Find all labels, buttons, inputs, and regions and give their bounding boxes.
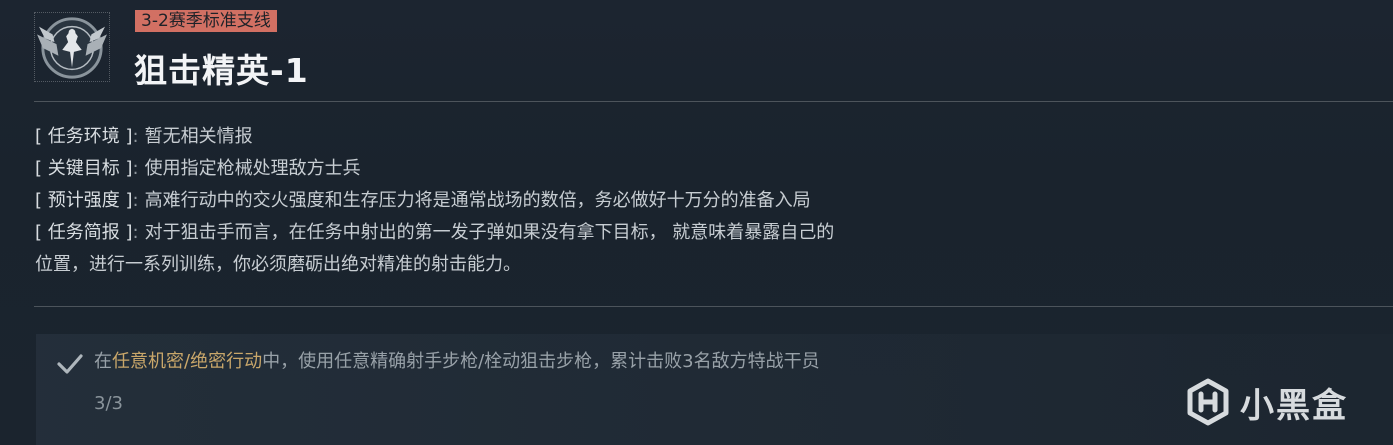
info-value: 高难行动中的交火强度和生存压力将是通常战场的数倍，务必做好十万分的准备入局: [144, 190, 811, 211]
objective-prefix: 在: [94, 351, 112, 372]
objective-progress: 3/3: [94, 393, 123, 414]
info-sep: :: [132, 126, 139, 147]
objective-text: 在任意机密/绝密行动中，使用任意精确射手步枪/栓动狙击步枪，累计击败3名敌方特战…: [94, 348, 820, 376]
info-sep: :: [132, 222, 139, 243]
mission-info: [ 任务环境 ]: 暂无相关情报 [ 关键目标 ]: 使用指定枪械处理敌方士兵 [ …: [35, 121, 1015, 281]
info-value: 使用指定枪械处理敌方士兵: [144, 158, 361, 179]
info-key: [ 任务环境 ]: [35, 126, 133, 147]
watermark-text: 小黑盒: [1240, 385, 1348, 426]
info-row-intensity: [ 预计强度 ]: 高难行动中的交火强度和生存压力将是通常战场的数倍，务必做好十万…: [35, 185, 1015, 217]
info-value: 暂无相关情报: [144, 126, 253, 147]
info-row-environment: [ 任务环境 ]: 暂无相关情报: [35, 121, 1015, 153]
divider-top: [34, 101, 1393, 102]
info-row-target: [ 关键目标 ]: 使用指定枪械处理敌方士兵: [35, 153, 1015, 185]
watermark: 小黑盒: [1184, 376, 1348, 428]
info-row-briefing: [ 任务简报 ]: 对于狙击手而言，在任务中射出的第一发子弹如果没有拿下目标， 就…: [35, 217, 1015, 249]
info-key: [ 任务简报 ]: [35, 222, 133, 243]
info-row-briefing-cont: 位置，进行一系列训练，你必须磨砺出绝对精准的射击能力。: [35, 249, 1015, 281]
info-value: 位置，进行一系列训练，你必须磨砺出绝对精准的射击能力。: [35, 254, 521, 275]
objective-highlight: 任意机密/绝密行动: [112, 351, 263, 372]
heybox-logo-icon: [1187, 378, 1229, 426]
info-key: [ 预计强度 ]: [35, 190, 133, 211]
info-key: [ 关键目标 ]: [35, 158, 133, 179]
checkmark-icon: [57, 354, 83, 374]
season-badge: 3-2赛季标准支线: [135, 10, 277, 32]
info-sep: :: [132, 158, 139, 179]
divider-mid: [34, 306, 1393, 307]
eagle-emblem-icon: [34, 12, 110, 82]
objective-suffix: 中，使用任意精确射手步枪/栓动狙击步枪，累计击败3名敌方特战干员: [262, 351, 820, 372]
mission-title: 狙击精英-1: [134, 51, 309, 90]
info-sep: :: [132, 190, 139, 211]
info-value: 对于狙击手而言，在任务中射出的第一发子弹如果没有拿下目标， 就意味着暴露自己的: [144, 222, 835, 243]
